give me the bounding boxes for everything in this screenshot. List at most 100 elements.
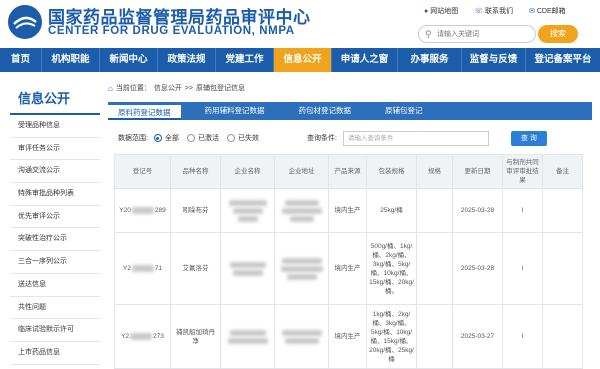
home-icon: ⌂ <box>108 83 113 93</box>
table-row[interactable]: Y20 289 吲哚布芬 境内生产 25kg/桶 2025-03-28 I <box>114 188 583 233</box>
update-date: 2025-03-27 <box>452 304 503 369</box>
sidebar-item[interactable]: 临床试验默示许可 <box>10 319 100 342</box>
sidebar-item[interactable]: 特殊审批品种列表 <box>10 183 100 206</box>
col-header: 更新日期 <box>452 154 503 189</box>
top-links: ● 网站地图 ☏ 联系我们 ✉ CDE邮箱 <box>424 6 566 16</box>
search-input[interactable] <box>437 28 533 41</box>
phone-icon: ☏ <box>474 8 483 15</box>
sidebar-item[interactable]: 受理品种信息 <box>10 115 100 138</box>
redacted <box>131 264 154 272</box>
redacted <box>281 329 322 336</box>
radio-all[interactable]: 全部 <box>153 133 179 143</box>
site-name-en: CENTER FOR DRUG EVALUATION, NMPA <box>48 25 295 37</box>
drug-name: 吲哚布芬 <box>170 188 221 233</box>
company-name <box>220 232 275 305</box>
table-row[interactable]: Y2 273 捕凯船加琦丹净 境内生产 1kg/桶、2kg/桶、3kg/桶、5kg… <box>114 304 583 369</box>
redacted <box>289 215 314 222</box>
review-result: I <box>502 188 543 233</box>
site-header: 国家药品监督管理局药品审评中心 CENTER FOR DRUG EVALUATI… <box>0 0 600 46</box>
col-header: 企业地址 <box>274 154 329 189</box>
nav-services[interactable]: 办事服务 <box>398 48 462 72</box>
radio-dot <box>226 134 235 142</box>
company-address <box>274 232 329 305</box>
sidebar-title: 信息公开 <box>10 80 100 115</box>
note <box>542 188 583 233</box>
col-header: 企业名称 <box>220 154 275 189</box>
redacted <box>228 199 267 206</box>
spec <box>416 304 453 369</box>
redacted <box>232 207 263 214</box>
redacted <box>229 329 266 336</box>
breadcrumb-link[interactable]: 信息公开 <box>154 83 182 93</box>
search-button[interactable]: 搜索 <box>538 25 578 43</box>
reg-number[interactable]: Y20 289 <box>114 188 171 233</box>
nav-info-public[interactable]: 信息公开 <box>274 48 332 72</box>
breadcrumb: ⌂ 当前位置： 信息公开 >> 原辅包登记信息 <box>108 83 246 93</box>
results-table: 登记号 品种名称 企业名称 企业地址 产品来源 包装规格 规格 更新日期 与制剂… <box>114 154 583 369</box>
sidebar-item[interactable]: 沟通交流公示 <box>10 160 100 184</box>
link-contact[interactable]: ☏ 联系我们 <box>474 6 513 16</box>
nav-news[interactable]: 新闻中心 <box>100 48 158 72</box>
sidebar-item[interactable]: 三合一序列公示 <box>10 251 100 274</box>
nav-home[interactable]: 首页 <box>0 48 42 72</box>
query-button[interactable]: 查 询 <box>510 130 547 146</box>
search-icon: ⚲ <box>425 29 432 39</box>
nav-registration[interactable]: 登记备案平台 <box>526 48 600 72</box>
breadcrumb-current: 原辅包登记信息 <box>196 85 246 92</box>
condition-input[interactable]: 请输入查询条件 <box>342 130 489 146</box>
redacted <box>284 199 319 206</box>
nav-applicant[interactable]: 申请人之窗 <box>332 48 398 72</box>
radio-dot <box>186 134 195 142</box>
nav-policy[interactable]: 政策法规 <box>158 48 216 72</box>
location-icon: ● <box>424 8 429 15</box>
sidebar-item[interactable]: 共性问题 <box>10 297 100 320</box>
table-row[interactable]: Y2 71 艾氟洛芬 境内生产 500g/桶、1kg/桶、2kg/桶、3kg/桶、… <box>114 232 583 305</box>
sidebar-item[interactable]: 突破性治疗公示 <box>10 228 100 252</box>
link-email[interactable]: ✉ CDE邮箱 <box>529 6 566 16</box>
package-spec: 500g/桶、1kg/桶、2kg/桶、3kg/桶、5kg/桶、10kg/桶、15… <box>366 232 417 305</box>
tab-api[interactable]: 原料药登记数据 <box>108 105 181 120</box>
redacted <box>286 273 317 280</box>
nav-party[interactable]: 党建工作 <box>216 48 274 72</box>
col-header: 品种名称 <box>170 154 221 189</box>
note <box>542 232 583 305</box>
update-date: 2025-03-28 <box>452 188 503 233</box>
tab-excipient[interactable]: 药用辅料登记数据 <box>195 102 275 120</box>
radio-expired[interactable]: 已失效 <box>226 133 259 143</box>
site-search: ⚲ <box>418 25 536 43</box>
tab-packaging[interactable]: 药包材登记数据 <box>289 102 362 120</box>
sidebar-item[interactable]: 审评任务公示 <box>10 138 100 161</box>
company-name <box>220 188 275 233</box>
company-address <box>274 304 329 369</box>
review-result: I <box>502 232 543 305</box>
sidebar-item[interactable]: 优先审评公示 <box>10 206 100 229</box>
reg-number[interactable]: Y2 71 <box>114 232 171 305</box>
note <box>542 304 583 369</box>
table-header: 登记号 品种名称 企业名称 企业地址 产品来源 包装规格 规格 更新日期 与制剂… <box>114 154 583 189</box>
cde-logo[interactable] <box>8 5 42 39</box>
scope-label: 数据范围: <box>118 135 148 142</box>
nav-functions[interactable]: 机构职能 <box>42 48 100 72</box>
tab-registration[interactable]: 原辅包登记 <box>375 102 433 120</box>
package-spec: 25kg/桶 <box>366 188 417 233</box>
nav-feedback[interactable]: 监督与反馈 <box>462 48 526 72</box>
review-result: I <box>502 304 543 369</box>
redacted <box>232 269 263 276</box>
product-source: 境内生产 <box>328 304 367 369</box>
col-header: 与制剂共同审评审批结果 <box>502 154 543 189</box>
sidebar-item[interactable]: 上市药品信息 <box>10 342 100 365</box>
drug-name: 艾氟洛芬 <box>170 232 221 305</box>
redacted <box>227 337 268 344</box>
link-sitemap[interactable]: ● 网站地图 <box>424 6 458 16</box>
radio-active[interactable]: 已激活 <box>186 133 219 143</box>
sidebar-item[interactable]: 送达信息 <box>10 274 100 297</box>
spec <box>416 188 453 233</box>
col-header: 备注 <box>542 154 583 189</box>
main-nav: 首页 机构职能 新闻中心 政策法规 党建工作 信息公开 申请人之窗 办事服务 监… <box>0 48 600 72</box>
package-spec: 1kg/桶、2kg/桶、3kg/桶、5kg/桶、10kg/桶、15kg/桶、20… <box>366 304 417 369</box>
mail-icon: ✉ <box>529 8 535 15</box>
drug-name: 捕凯船加琦丹净 <box>170 304 221 369</box>
reg-number[interactable]: Y2 273 <box>114 304 171 369</box>
redacted <box>130 332 153 340</box>
spec <box>416 232 453 305</box>
